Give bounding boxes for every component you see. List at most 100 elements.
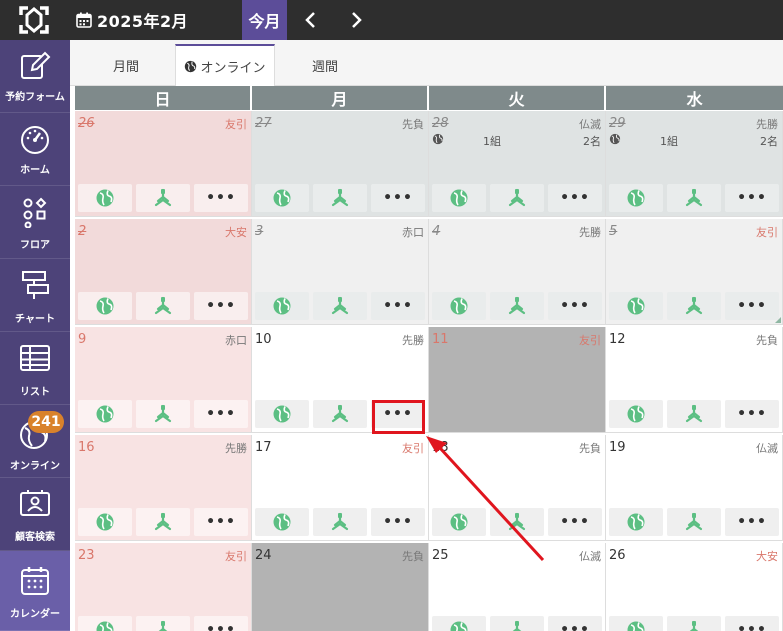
online-booking-button[interactable]	[609, 184, 663, 212]
calendar-day-cell[interactable]: 17 友引 •••	[252, 435, 429, 541]
calendar-day-cell[interactable]: 29 先勝 1組 2名 •••	[606, 111, 783, 217]
calendar-day-cell[interactable]: 26 友引 •••	[75, 111, 252, 217]
calendar-day-cell[interactable]: 23 友引 •••	[75, 543, 252, 631]
sidebar-item-list[interactable]: リスト	[0, 332, 70, 405]
cell-action-buttons: •••	[78, 292, 248, 320]
more-button[interactable]: •••	[548, 508, 602, 536]
calendar-day-cell[interactable]: 24 先負	[252, 543, 429, 631]
staff-button[interactable]	[490, 616, 544, 631]
staff-button[interactable]	[490, 184, 544, 212]
online-booking-button[interactable]	[78, 616, 132, 631]
sidebar-item-customer-search[interactable]: 顧客検索	[0, 478, 70, 551]
rokuyo-label: 大安	[225, 226, 247, 239]
staff-button[interactable]	[136, 184, 190, 212]
day-number: 5	[609, 224, 618, 239]
calendar-day-cell[interactable]: 25 仏滅 •••	[429, 543, 606, 631]
staff-button[interactable]	[490, 292, 544, 320]
online-globe-icon	[273, 189, 291, 207]
calendar-day-cell[interactable]: 9 赤口 •••	[75, 327, 252, 433]
staff-button[interactable]	[313, 400, 367, 428]
more-button[interactable]: •••	[725, 184, 779, 212]
staff-button[interactable]	[667, 292, 721, 320]
more-button[interactable]: •••	[371, 292, 425, 320]
more-button[interactable]: •••	[548, 184, 602, 212]
staff-tree-icon	[685, 188, 703, 207]
calendar-day-cell[interactable]: 12 先負 •••	[606, 327, 783, 433]
sidebar-item-home[interactable]: ホーム	[0, 113, 70, 186]
tab-online[interactable]: オンライン	[175, 44, 275, 87]
tab-weekly[interactable]: 週間	[276, 44, 374, 86]
calendar-day-cell[interactable]: 2 大安 •••	[75, 219, 252, 325]
staff-button[interactable]	[667, 400, 721, 428]
calendar-day-cell[interactable]: 27 先負 •••	[252, 111, 429, 217]
reservation-people: 2名	[760, 135, 778, 148]
this-month-button[interactable]: 今月	[242, 0, 287, 40]
online-booking-button[interactable]	[609, 292, 663, 320]
more-button[interactable]: •••	[194, 292, 248, 320]
more-button[interactable]: •••	[194, 184, 248, 212]
reservation-globe-icon	[432, 133, 444, 147]
sidebar-item-online[interactable]: 241 オンライン	[0, 405, 70, 478]
online-booking-button[interactable]	[255, 292, 309, 320]
more-button[interactable]: •••	[725, 616, 779, 631]
next-month-icon[interactable]	[344, 8, 368, 32]
more-button[interactable]: •••	[725, 292, 779, 320]
staff-button[interactable]	[136, 400, 190, 428]
staff-button[interactable]	[667, 184, 721, 212]
online-booking-button[interactable]	[432, 508, 486, 536]
more-button[interactable]: •••	[194, 508, 248, 536]
online-booking-button[interactable]	[609, 400, 663, 428]
app-logo-icon[interactable]	[18, 5, 50, 35]
staff-button[interactable]	[667, 508, 721, 536]
more-button[interactable]: •••	[725, 508, 779, 536]
online-booking-button[interactable]	[255, 400, 309, 428]
reservation-groups: 1組	[660, 135, 678, 148]
online-booking-button[interactable]	[78, 400, 132, 428]
rokuyo-label: 先負	[579, 442, 601, 455]
calendar-day-cell[interactable]: 4 先勝 •••	[429, 219, 606, 325]
online-booking-button[interactable]	[432, 616, 486, 631]
prev-month-icon[interactable]	[299, 8, 323, 32]
online-booking-button[interactable]	[78, 508, 132, 536]
staff-button[interactable]	[313, 184, 367, 212]
more-button[interactable]: •••	[194, 400, 248, 428]
more-button[interactable]: •••	[548, 616, 602, 631]
online-globe-icon	[273, 513, 291, 531]
calendar-day-cell[interactable]: 11 友引	[429, 327, 606, 433]
online-booking-button[interactable]	[255, 184, 309, 212]
calendar-day-cell[interactable]: 3 赤口 •••	[252, 219, 429, 325]
online-booking-button[interactable]	[255, 508, 309, 536]
calendar-day-cell[interactable]: 28 仏滅 1組 2名 •••	[429, 111, 606, 217]
more-button[interactable]: •••	[548, 292, 602, 320]
staff-button[interactable]	[490, 508, 544, 536]
online-booking-button[interactable]	[78, 184, 132, 212]
staff-button[interactable]	[667, 616, 721, 631]
calendar-day-cell[interactable]: 18 先負 •••	[429, 435, 606, 541]
calendar-day-cell[interactable]: 19 仏滅 •••	[606, 435, 783, 541]
online-booking-button[interactable]	[432, 184, 486, 212]
sidebar-item-floor[interactable]: フロア	[0, 186, 70, 259]
staff-button[interactable]	[136, 616, 190, 631]
calendar-day-cell[interactable]: 26 大安 •••	[606, 543, 783, 631]
online-booking-button[interactable]	[78, 292, 132, 320]
more-button[interactable]: •••	[725, 400, 779, 428]
sidebar-item-chart[interactable]: チャート	[0, 259, 70, 332]
staff-button[interactable]	[136, 508, 190, 536]
cell-action-buttons: •••	[609, 292, 779, 320]
chart-icon	[22, 271, 49, 299]
more-button[interactable]: •••	[371, 184, 425, 212]
staff-button[interactable]	[136, 292, 190, 320]
tab-monthly[interactable]: 月間	[78, 44, 174, 86]
more-button[interactable]: •••	[194, 616, 248, 631]
online-booking-button[interactable]	[609, 508, 663, 536]
online-booking-button[interactable]	[432, 292, 486, 320]
sidebar-item-calendar[interactable]: カレンダー	[0, 551, 70, 631]
staff-button[interactable]	[313, 292, 367, 320]
sidebar-item-reservation-form[interactable]: 予約フォーム	[0, 40, 70, 113]
more-dots-icon: •••	[737, 622, 767, 631]
calendar-day-cell[interactable]: 5 友引 •••	[606, 219, 783, 325]
online-booking-button[interactable]	[609, 616, 663, 631]
staff-button[interactable]	[313, 508, 367, 536]
calendar-day-cell[interactable]: 16 先勝 •••	[75, 435, 252, 541]
more-button[interactable]: •••	[371, 508, 425, 536]
